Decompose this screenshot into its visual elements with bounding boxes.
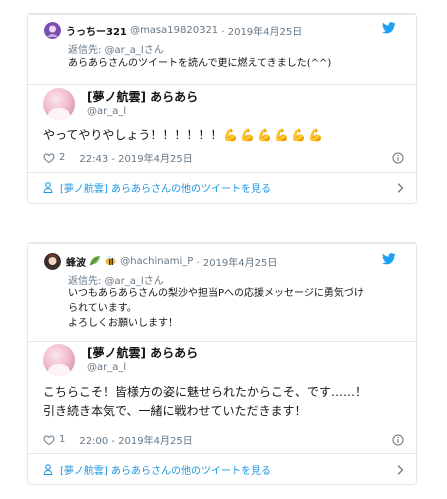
quoted-header: うっちー321 @masa19820321 · 2019年4月25日	[44, 22, 302, 39]
bee-emoji	[104, 255, 117, 269]
author-name[interactable]: [夢ノ航雲] あらあら	[87, 90, 198, 105]
tweet-timestamp[interactable]: 22:43 - 2019年4月25日	[79, 150, 192, 165]
quoted-text-line: よろしくお願いします！	[68, 318, 178, 329]
like-count[interactable]: 1	[59, 434, 65, 445]
footer-divider	[28, 453, 416, 454]
author-handle[interactable]: @ar_a_l	[87, 361, 198, 375]
tweet-text: こちらこそ！皆様方の姿に魅せられたからこそ、です……！ 引き続き本気で、一緒に戦…	[43, 383, 403, 421]
flexed-biceps-emoji: 💪	[291, 128, 307, 142]
card-top-divider	[28, 14, 416, 15]
twitter-bird-icon[interactable]	[382, 253, 396, 265]
leaf-emoji	[89, 255, 101, 269]
tweet-card[interactable]: 蜂波 @hachinami_P · 2019年4月25日 返信先: @ar_a_…	[27, 242, 417, 485]
quoted-text: いつもあらあらさんの梨沙や担当Pへの応援メッセージに勇気づけ られています。 よ…	[68, 286, 398, 331]
quoted-tweet[interactable]: うっちー321 @masa19820321 · 2019年4月25日 返信先: …	[44, 22, 396, 82]
heart-icon[interactable]	[43, 152, 55, 164]
flexed-biceps-emoji: 💪	[240, 128, 256, 142]
tweet-card[interactable]: うっちー321 @masa19820321 · 2019年4月25日 返信先: …	[27, 13, 417, 204]
quoted-header: 蜂波 @hachinami_P · 2019年4月25日	[44, 253, 277, 270]
footer-divider	[28, 172, 416, 173]
person-icon	[43, 464, 53, 475]
quoted-author-name[interactable]: うっちー321	[66, 23, 127, 38]
info-icon[interactable]	[392, 434, 404, 446]
like-count[interactable]: 2	[59, 152, 65, 163]
author-avatar[interactable]	[43, 344, 75, 376]
card-top-divider	[28, 243, 416, 244]
quoted-date[interactable]: · 2019年4月25日	[221, 23, 302, 38]
flexed-biceps-emoji: 💪	[308, 128, 324, 142]
quoted-text-line: られています。	[68, 303, 137, 314]
heart-icon[interactable]	[43, 434, 55, 446]
person-icon	[43, 182, 53, 193]
info-icon[interactable]	[392, 152, 404, 164]
tweet-meta: 2 22:43 - 2019年4月25日	[43, 150, 404, 165]
more-tweets-link[interactable]: [夢ノ航雲] あらあらさんの他のツイートを見る	[43, 180, 404, 195]
author-avatar[interactable]	[43, 88, 75, 120]
tweet-text: やってやりやしょう！！！！！！💪 💪 💪 💪 💪 💪	[43, 126, 403, 145]
tweet-author[interactable]: [夢ノ航雲] あらあら @ar_a_l	[43, 88, 198, 120]
chevron-right-icon[interactable]	[396, 464, 404, 475]
quote-divider	[28, 341, 416, 342]
tweet-text-line: やってやりやしょう！！！！！！	[43, 128, 223, 142]
quoted-text-line: いつもあらあらさんの梨沙や担当Pへの応援メッセージに勇気づけ	[68, 288, 364, 299]
flexed-biceps-emoji: 💪	[274, 128, 290, 142]
quoted-tweet[interactable]: 蜂波 @hachinami_P · 2019年4月25日 返信先: @ar_a_…	[44, 253, 396, 343]
flexed-biceps-emoji: 💪	[257, 128, 273, 142]
quoted-text: あらあらさんのツイートを読んで更に燃えてきました(^^)	[68, 56, 398, 71]
tweet-text-line: こちらこそ！皆様方の姿に魅せられたからこそ、です……！	[43, 385, 368, 399]
quoted-reply-to[interactable]: 返信先: @ar_a_lさん	[68, 41, 164, 56]
author-handle[interactable]: @ar_a_l	[87, 105, 198, 119]
quoted-author-handle[interactable]: @masa19820321	[130, 25, 218, 36]
tweet-meta: 1 22:00 - 2019年4月25日	[43, 432, 404, 447]
chevron-right-icon[interactable]	[396, 182, 404, 193]
author-name[interactable]: [夢ノ航雲] あらあら	[87, 346, 198, 361]
tweet-timestamp[interactable]: 22:00 - 2019年4月25日	[79, 432, 192, 447]
quoted-date[interactable]: · 2019年4月25日	[196, 254, 277, 269]
more-tweets-label[interactable]: [夢ノ航雲] あらあらさんの他のツイートを見る	[60, 462, 271, 477]
quote-divider	[28, 84, 416, 85]
tweet-author[interactable]: [夢ノ航雲] あらあら @ar_a_l	[43, 344, 198, 376]
quoted-avatar[interactable]	[44, 253, 61, 270]
twitter-bird-icon[interactable]	[382, 22, 396, 34]
more-tweets-label[interactable]: [夢ノ航雲] あらあらさんの他のツイートを見る	[60, 180, 271, 195]
quoted-avatar[interactable]	[44, 22, 61, 39]
quoted-reply-to[interactable]: 返信先: @ar_a_lさん	[68, 272, 164, 287]
more-tweets-link[interactable]: [夢ノ航雲] あらあらさんの他のツイートを見る	[43, 462, 404, 477]
tweet-text-line: 引き続き本気で、一緒に戦わせていただきます！	[43, 404, 307, 418]
quoted-author-name[interactable]: 蜂波	[66, 254, 86, 269]
quoted-author-handle[interactable]: @hachinami_P	[120, 256, 193, 267]
flexed-biceps-emoji: 💪	[223, 128, 239, 142]
quoted-text-line: あらあらさんのツイートを読んで更に燃えてきました(^^)	[68, 58, 332, 69]
